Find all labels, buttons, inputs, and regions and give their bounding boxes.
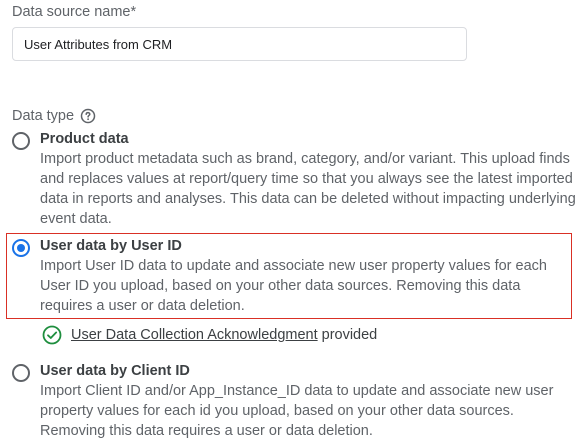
option-user-id-description: Import User ID data to update and associ… bbox=[40, 258, 547, 314]
acknowledgment-status: provided bbox=[321, 327, 378, 343]
option-product-data-description: Import product metadata such as brand, c… bbox=[40, 151, 576, 227]
acknowledgment-row: User Data Collection Acknowledgment prov… bbox=[42, 324, 377, 346]
option-client-id-description: Import Client ID and/or App_Instance_ID … bbox=[40, 383, 554, 439]
option-user-id-title: User data by User ID bbox=[40, 238, 182, 254]
option-product-data[interactable]: Product data Import product metadata suc… bbox=[6, 128, 576, 227]
data-type-label: Data type bbox=[12, 108, 75, 124]
option-product-data-title: Product data bbox=[40, 131, 129, 147]
data-source-name-input[interactable] bbox=[12, 27, 467, 61]
data-source-name-label: Data source name* bbox=[12, 4, 137, 20]
check-circle-icon bbox=[42, 325, 62, 345]
option-client-id-title: User data by Client ID bbox=[40, 363, 190, 379]
data-type-heading: Data type bbox=[12, 106, 96, 126]
acknowledgment-link[interactable]: User Data Collection Acknowledgment bbox=[71, 327, 318, 343]
radio-user-data-by-user-id[interactable] bbox=[12, 239, 30, 257]
radio-product-data[interactable] bbox=[12, 132, 30, 150]
help-icon[interactable] bbox=[80, 108, 96, 124]
option-user-data-by-user-id[interactable]: User data by User ID Import User ID data… bbox=[6, 233, 572, 319]
option-user-data-by-client-id[interactable]: User data by Client ID Import Client ID … bbox=[6, 360, 572, 446]
radio-user-data-by-client-id[interactable] bbox=[12, 364, 30, 382]
